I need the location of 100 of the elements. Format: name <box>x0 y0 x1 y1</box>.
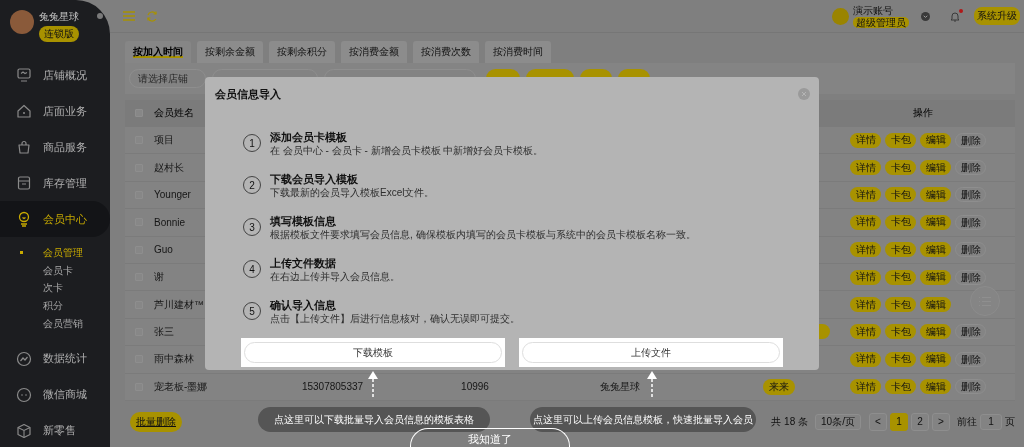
refresh-icon <box>146 10 158 22</box>
download-template-button[interactable]: 下载模板 <box>244 342 502 363</box>
step-description: 根据模板文件要求填写会员信息, 确保模板内填写的会员卡模板与系统中的会员卡模板名称一致。 <box>270 227 696 241</box>
tag: 来来 <box>763 378 795 395</box>
sidebar-subitem[interactable]: 会员营销 <box>0 315 110 333</box>
table-cell: Younger <box>154 189 191 201</box>
action-button[interactable]: 编辑 <box>920 160 951 176</box>
tab[interactable]: 按剩余金额 <box>197 41 263 63</box>
dashed-arrow <box>646 371 658 399</box>
table-cell: 谢 <box>154 270 164 285</box>
sidebar-subitem[interactable]: 积分 <box>0 297 110 315</box>
close-icon <box>801 91 807 97</box>
step-title: 下载会员导入模板 <box>270 171 359 186</box>
next-page-button[interactable]: > <box>932 412 950 431</box>
action-button[interactable]: 卡包 <box>885 324 916 340</box>
page-button[interactable]: 1 <box>890 412 908 431</box>
tab[interactable]: 按消费时间 <box>485 41 551 63</box>
delete-button[interactable]: 删除 <box>955 187 986 203</box>
page-button[interactable]: 2 <box>911 412 929 431</box>
sidebar-subitem[interactable]: 会员管理 <box>0 244 110 262</box>
action-button[interactable]: 详情 <box>850 132 881 148</box>
store-select-field[interactable]: 请选择店铺 <box>129 69 206 88</box>
goto-label: 前往 <box>957 414 977 429</box>
action-button[interactable]: 详情 <box>850 214 881 230</box>
action-button[interactable]: 卡包 <box>885 269 916 285</box>
sidebar-item[interactable]: 商品服务 <box>0 129 110 165</box>
action-button[interactable]: 卡包 <box>885 351 916 367</box>
action-button[interactable]: 编辑 <box>920 214 951 230</box>
page-input[interactable]: 1 <box>980 413 1002 430</box>
upgrade-button[interactable]: 系统升级 <box>974 7 1020 25</box>
action-button[interactable]: 详情 <box>850 242 881 258</box>
chart-icon <box>16 350 32 367</box>
delete-button[interactable]: 删除 <box>955 351 986 367</box>
column-header: 操作 <box>912 106 933 120</box>
table-cell: 宠老板-墨娜 <box>154 379 208 394</box>
step-description: 下载最新的会员导入模板Excel文件。 <box>270 185 435 199</box>
delete-button[interactable]: 删除 <box>955 214 986 230</box>
action-button[interactable]: 详情 <box>850 187 881 203</box>
column-header: 会员姓名 <box>154 106 194 120</box>
action-button[interactable]: 详情 <box>850 269 881 285</box>
action-button[interactable]: 详情 <box>850 324 881 340</box>
prev-page-button[interactable]: < <box>869 412 887 431</box>
bell-icon <box>950 10 960 22</box>
role-badge: 超级管理员 <box>853 16 909 28</box>
delete-button[interactable]: 删除 <box>955 242 986 258</box>
page-size-select[interactable]: 10条/页 <box>815 413 861 430</box>
step-title: 上传文件数据 <box>270 255 337 270</box>
sidebar-item[interactable]: 数据统计 <box>0 340 110 377</box>
dropdown-icon <box>921 11 930 21</box>
action-button[interactable]: 编辑 <box>920 269 951 285</box>
tab[interactable]: 按消费金额 <box>341 41 407 63</box>
action-button[interactable]: 编辑 <box>920 187 951 203</box>
account-avatar <box>832 7 849 25</box>
sidebar-subitem[interactable]: 会员卡 <box>0 261 110 280</box>
action-button[interactable]: 卡包 <box>885 214 916 230</box>
tab[interactable]: 按剩余积分 <box>269 41 335 63</box>
action-button[interactable]: 卡包 <box>885 242 916 258</box>
table-cell: 赵村长 <box>154 160 184 175</box>
action-button[interactable]: 卡包 <box>885 379 916 395</box>
sidebar-item[interactable]: 微信商城 <box>0 376 110 413</box>
step-title: 确认导入信息 <box>270 297 337 312</box>
got-it-button[interactable]: 我知道了 <box>410 428 570 447</box>
sidebar-item[interactable]: 新零售 <box>0 412 110 447</box>
upload-file-button[interactable]: 上传文件 <box>522 342 780 363</box>
sidebar-item[interactable]: 会员中心 <box>0 201 110 237</box>
action-button[interactable]: 详情 <box>850 160 881 176</box>
cube-icon <box>16 422 32 439</box>
sidebar-item[interactable]: 店面业务 <box>0 93 110 129</box>
menu-icon <box>122 10 136 22</box>
table-cell: 10996 <box>461 381 489 393</box>
delete-button[interactable]: 删除 <box>955 269 986 285</box>
action-button[interactable]: 编辑 <box>920 132 951 148</box>
delete-button[interactable]: 删除 <box>955 132 986 148</box>
sidebar-subitem[interactable]: 次卡 <box>0 279 110 298</box>
delete-button[interactable]: 删除 <box>955 160 986 176</box>
delete-button[interactable]: 删除 <box>955 324 986 340</box>
action-button[interactable]: 编辑 <box>920 297 951 313</box>
close-button[interactable] <box>798 88 810 100</box>
action-button[interactable]: 编辑 <box>920 351 951 367</box>
action-button[interactable]: 卡包 <box>885 132 916 148</box>
tab[interactable]: 按消费次数 <box>413 41 479 63</box>
sidebar-item[interactable]: 店铺概况 <box>0 57 110 93</box>
step-title: 添加会员卡模板 <box>270 129 348 144</box>
action-button[interactable]: 卡包 <box>885 160 916 176</box>
tab[interactable]: 按加入时间 <box>125 41 191 63</box>
sidebar-item[interactable]: 库存管理 <box>0 165 110 201</box>
bulk-delete-button[interactable]: 批量删除 <box>130 411 182 432</box>
action-button[interactable]: 卡包 <box>885 187 916 203</box>
guide-tooltip: 点这里可以上传会员信息模板，快速批量导入会员 <box>530 407 756 432</box>
action-button[interactable]: 详情 <box>850 297 881 313</box>
user-avatar <box>10 10 34 34</box>
action-button[interactable]: 编辑 <box>920 324 951 340</box>
action-button[interactable]: 卡包 <box>885 297 916 313</box>
delete-button[interactable]: 删除 <box>955 379 986 395</box>
action-button[interactable]: 编辑 <box>920 242 951 258</box>
table-cell: 兔兔星球 <box>600 379 640 394</box>
table-cell: 张三 <box>154 324 174 339</box>
action-button[interactable]: 详情 <box>850 351 881 367</box>
action-button[interactable]: 详情 <box>850 379 881 395</box>
action-button[interactable]: 编辑 <box>920 379 951 395</box>
